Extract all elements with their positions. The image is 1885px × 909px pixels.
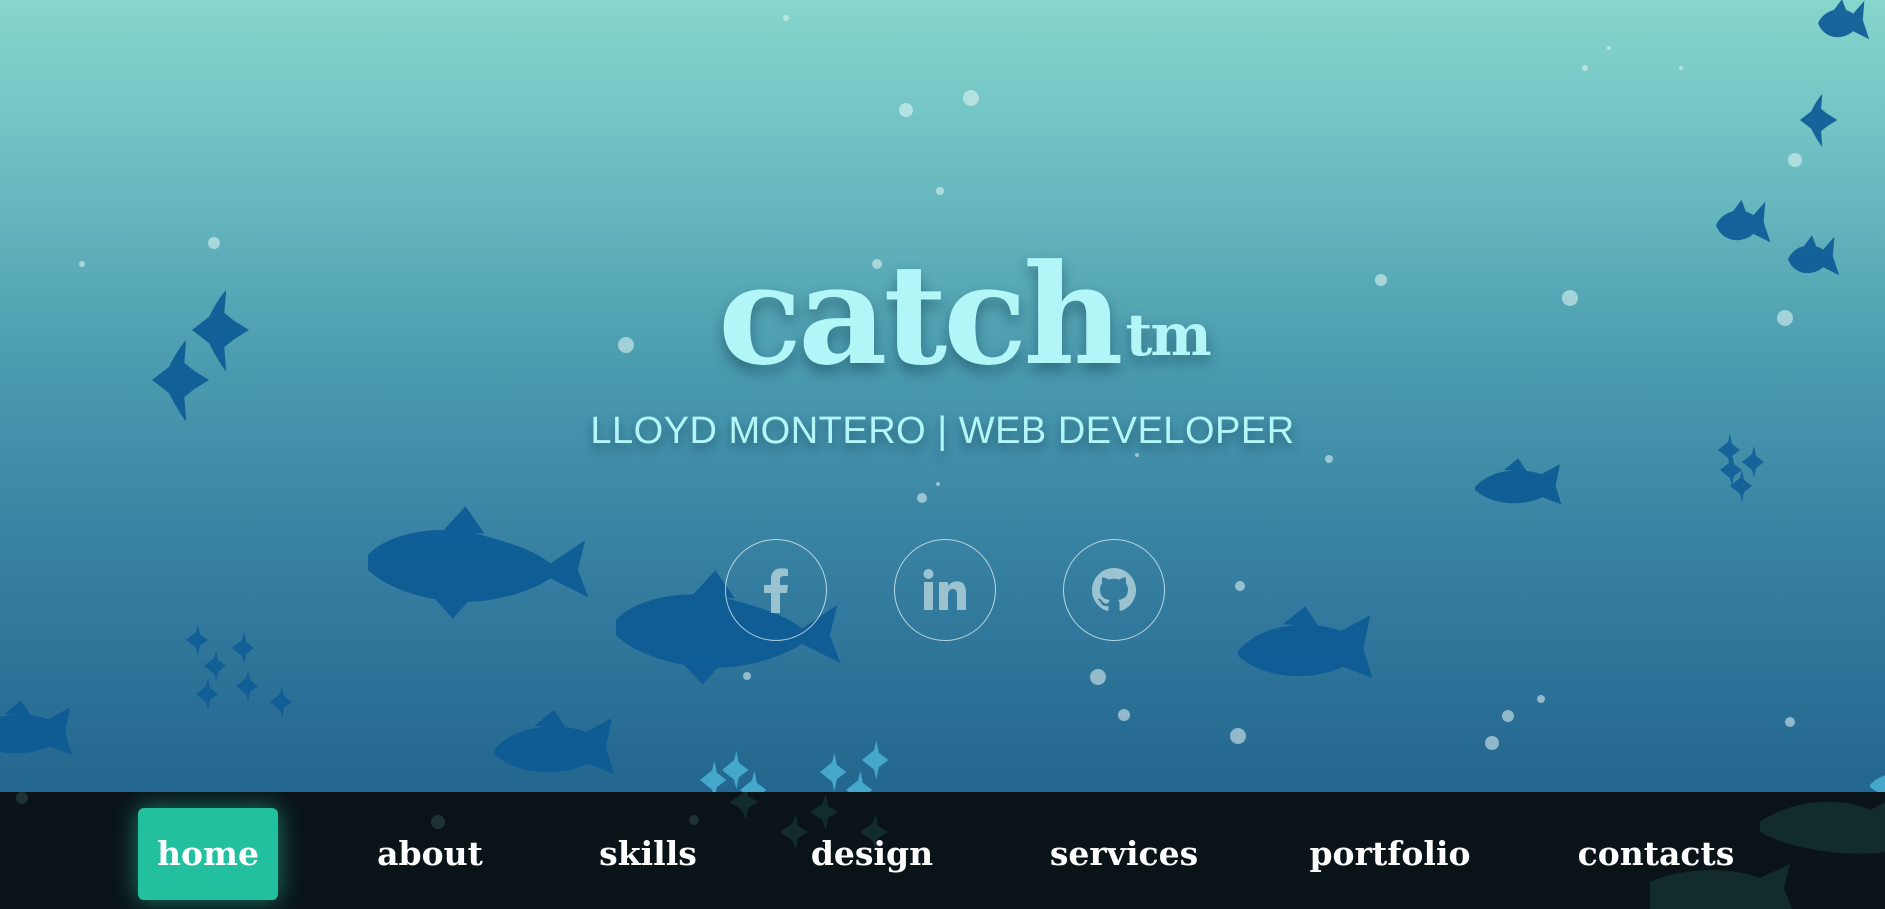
facebook-link[interactable] — [725, 539, 827, 641]
linkedin-icon — [923, 569, 966, 610]
logo-trademark: tm — [1125, 301, 1212, 369]
nav-item-services[interactable]: services — [1034, 808, 1214, 900]
facebook-icon — [764, 568, 788, 613]
underwater-background — [0, 0, 1885, 792]
hero-section: catch tm LLOYD MONTERO | WEB DEVELOPER — [0, 0, 1885, 792]
main-nav: home about skills design services portfo… — [0, 792, 1885, 909]
nav-item-skills[interactable]: skills — [578, 808, 718, 900]
nav-item-home[interactable]: home — [138, 808, 278, 900]
nav-item-portfolio[interactable]: portfolio — [1300, 808, 1480, 900]
nav-item-about[interactable]: about — [360, 808, 500, 900]
github-link[interactable] — [1063, 539, 1165, 641]
github-icon — [1092, 568, 1136, 611]
logo-text: catch — [718, 233, 1124, 396]
linkedin-link[interactable] — [894, 539, 996, 641]
brand-logo: catch tm — [718, 246, 1212, 384]
tagline: LLOYD MONTERO | WEB DEVELOPER — [590, 410, 1295, 452]
nav-item-contacts[interactable]: contacts — [1566, 808, 1746, 900]
nav-item-design[interactable]: design — [802, 808, 942, 900]
